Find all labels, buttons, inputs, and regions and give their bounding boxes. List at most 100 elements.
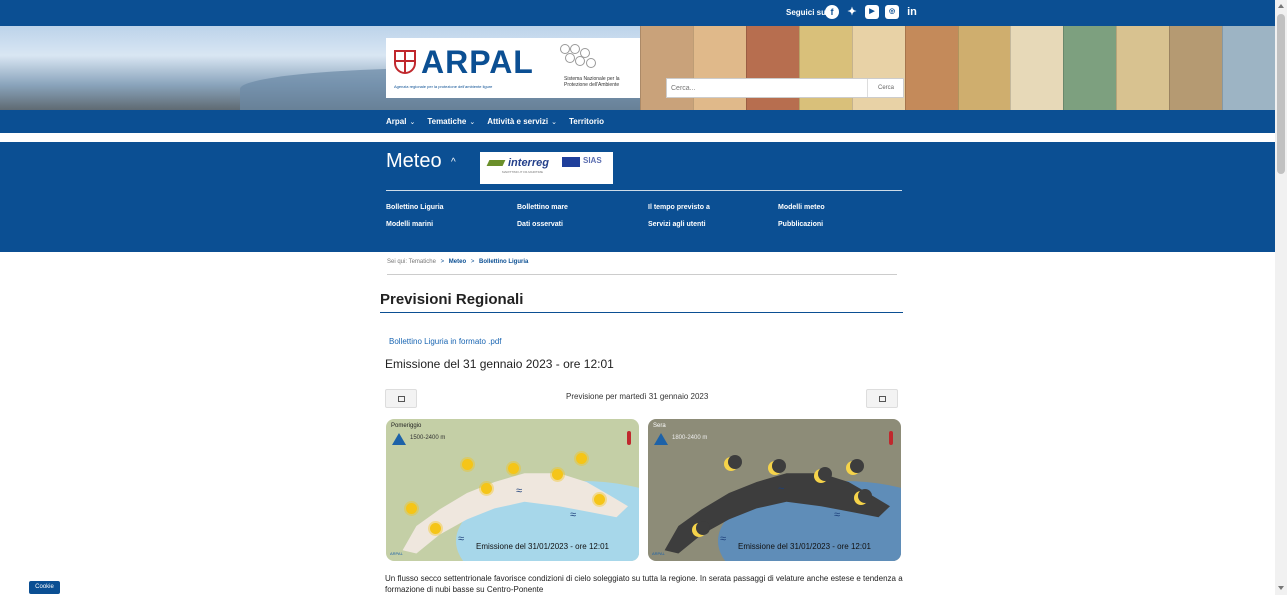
arpal-logo[interactable]: ARPAL Agenzia regionale per la protezion… bbox=[386, 38, 640, 98]
meteo-link-modelli-marini[interactable]: Modelli marini bbox=[386, 221, 517, 228]
moon-icon bbox=[846, 459, 864, 475]
chevron-down-icon: ⌄ bbox=[469, 119, 476, 126]
calm-sea-icon: ≈ bbox=[570, 509, 577, 521]
meteo-link-pubblicazioni[interactable]: Pubblicazioni bbox=[778, 221, 908, 228]
chevron-up-icon[interactable]: ^ bbox=[451, 157, 456, 168]
search-button[interactable]: Cerca bbox=[867, 79, 904, 97]
interreg-subtitle: MARITTIMO-IT FR-MARITIME bbox=[502, 170, 543, 174]
chevron-down-icon: ⌄ bbox=[551, 119, 557, 126]
forecast-label: Previsione per martedì 31 gennaio 2023 bbox=[566, 392, 709, 401]
moon-icon bbox=[692, 521, 710, 537]
breadcrumb-item-tematiche[interactable]: Tematiche bbox=[409, 259, 436, 265]
sun-icon bbox=[430, 523, 441, 534]
logo-subtitle: Agenzia regionale per la protezione dell… bbox=[394, 84, 493, 89]
sun-icon bbox=[552, 469, 563, 480]
cookie-button[interactable]: Cookie bbox=[29, 581, 60, 594]
meteo-link-bollettino-liguria[interactable]: Bollettino Liguria bbox=[386, 204, 517, 211]
shield-icon bbox=[394, 50, 416, 74]
snpa-logo-icon bbox=[556, 44, 606, 74]
breadcrumb-separator: > bbox=[470, 259, 475, 265]
breadcrumb-prefix: Sei qui: bbox=[387, 259, 408, 265]
breadcrumb-item-meteo[interactable]: Meteo bbox=[449, 259, 466, 265]
chevron-down-icon: ⌄ bbox=[409, 119, 416, 126]
linkedin-icon[interactable]: in bbox=[905, 5, 919, 19]
page-title: Previsioni Regionali bbox=[380, 291, 524, 308]
top-bar: Seguici su: f ✦ ▶ ◎ in bbox=[0, 0, 1275, 26]
main-nav: Arpal ⌄ Tematiche ⌄ Attività e servizi ⌄ Te… bbox=[0, 110, 1275, 133]
emission-date: Emissione del 31 gennaio 2023 - ore 12:0… bbox=[385, 357, 614, 371]
freezing-level: 1800-2400 m bbox=[672, 435, 708, 441]
interreg-arrow-icon bbox=[486, 160, 506, 166]
breadcrumb-item-current: Bollettino Liguria bbox=[479, 259, 529, 265]
next-forecast-button[interactable] bbox=[866, 389, 898, 408]
moon-icon bbox=[768, 459, 786, 475]
forecast-map-afternoon[interactable]: Pomeriggio 1500-2400 m ≈ ≈ ≈ Emissione d… bbox=[386, 419, 639, 561]
map-emission-label: Emissione del 31/01/2023 - ore 12:01 bbox=[738, 542, 871, 551]
scroll-thumb[interactable] bbox=[1277, 14, 1285, 174]
previous-forecast-button[interactable] bbox=[385, 389, 417, 408]
meteo-title[interactable]: Meteo bbox=[386, 150, 442, 173]
meteo-link-modelli-meteo[interactable]: Modelli meteo bbox=[778, 204, 908, 211]
sun-icon bbox=[406, 503, 417, 514]
follow-label: Seguici su: bbox=[786, 8, 829, 17]
sun-icon bbox=[462, 459, 473, 470]
vertical-scrollbar[interactable] bbox=[1275, 0, 1287, 595]
scroll-up-icon[interactable] bbox=[1278, 4, 1284, 8]
breadcrumb-divider bbox=[387, 274, 897, 275]
forecast-map-evening[interactable]: Sera 1800-2400 m ~ ≈ ≈ Emissione del 31/… bbox=[648, 419, 901, 561]
snpa-text: Sistema Nazionale per la Protezione dell… bbox=[564, 76, 620, 88]
interreg-text: interreg bbox=[508, 157, 549, 169]
breadcrumb: Sei qui: Tematiche > Meteo > Bollettino … bbox=[387, 259, 528, 265]
twitter-icon[interactable]: ✦ bbox=[845, 5, 859, 19]
mountain-icon bbox=[392, 433, 406, 445]
logo-text: ARPAL bbox=[421, 44, 534, 80]
map-period-label: Sera bbox=[653, 423, 666, 429]
search-input[interactable] bbox=[667, 79, 867, 97]
pdf-download-link[interactable]: Bollettino Liguria in formato .pdf bbox=[389, 337, 502, 346]
map-logo: ARPAL bbox=[652, 551, 665, 556]
calm-sea-icon: ≈ bbox=[458, 533, 465, 545]
forecast-summary: Un flusso secco settentrionale favorisce… bbox=[385, 574, 903, 594]
nav-item-arpal[interactable]: Arpal ⌄ bbox=[386, 117, 415, 126]
calm-sea-icon: ~ bbox=[778, 483, 785, 495]
meteo-section-header: Meteo ^ interreg SIAS MARITTIMO-IT FR-MA… bbox=[0, 142, 1275, 252]
sun-icon bbox=[594, 494, 605, 505]
eu-flag-icon bbox=[562, 157, 580, 167]
thermometer-icon bbox=[889, 431, 893, 445]
square-icon bbox=[879, 396, 886, 402]
facebook-icon[interactable]: f bbox=[825, 5, 839, 19]
meteo-link-servizi-utenti[interactable]: Servizi agli utenti bbox=[648, 221, 778, 228]
meteo-link-dati-osservati[interactable]: Dati osservati bbox=[517, 221, 648, 228]
meteo-submenu: Bollettino Liguria Bollettino mare Il te… bbox=[386, 204, 906, 228]
breadcrumb-separator: > bbox=[440, 259, 445, 265]
interreg-logo[interactable]: interreg SIAS MARITTIMO-IT FR-MARITIME bbox=[480, 152, 613, 184]
square-icon bbox=[398, 396, 405, 402]
nav-item-tematiche[interactable]: Tematiche ⌄ bbox=[427, 117, 475, 126]
header-banner: ARPAL Agenzia regionale per la protezion… bbox=[0, 26, 1275, 110]
calm-sea-icon: ≈ bbox=[516, 485, 523, 497]
nav-item-territorio[interactable]: Territorio bbox=[569, 117, 604, 126]
scroll-down-icon[interactable] bbox=[1278, 586, 1284, 590]
sun-icon bbox=[576, 453, 587, 464]
social-links: f ✦ ▶ ◎ in bbox=[825, 5, 919, 19]
youtube-icon[interactable]: ▶ bbox=[865, 5, 879, 19]
map-emission-label: Emissione del 31/01/2023 - ore 12:01 bbox=[476, 542, 609, 551]
mountain-icon bbox=[654, 433, 668, 445]
calm-sea-icon: ≈ bbox=[834, 509, 841, 521]
meteo-link-tempo-previsto[interactable]: Il tempo previsto a bbox=[648, 204, 778, 211]
sun-icon bbox=[508, 463, 519, 474]
thermometer-icon bbox=[627, 431, 631, 445]
calm-sea-icon: ≈ bbox=[720, 533, 727, 545]
search-box: Cerca bbox=[666, 78, 904, 98]
moon-icon bbox=[724, 455, 742, 471]
interreg-badge: SIAS bbox=[583, 156, 602, 165]
nav-item-attivita[interactable]: Attività e servizi ⌄ bbox=[487, 117, 557, 126]
title-divider bbox=[380, 312, 903, 313]
map-logo: ARPAL bbox=[390, 551, 403, 556]
map-period-label: Pomeriggio bbox=[391, 423, 422, 429]
moon-icon bbox=[814, 467, 832, 483]
instagram-icon[interactable]: ◎ bbox=[885, 5, 899, 19]
meteo-link-bollettino-mare[interactable]: Bollettino mare bbox=[517, 204, 648, 211]
meteo-divider bbox=[386, 190, 902, 191]
moon-icon bbox=[854, 489, 872, 505]
